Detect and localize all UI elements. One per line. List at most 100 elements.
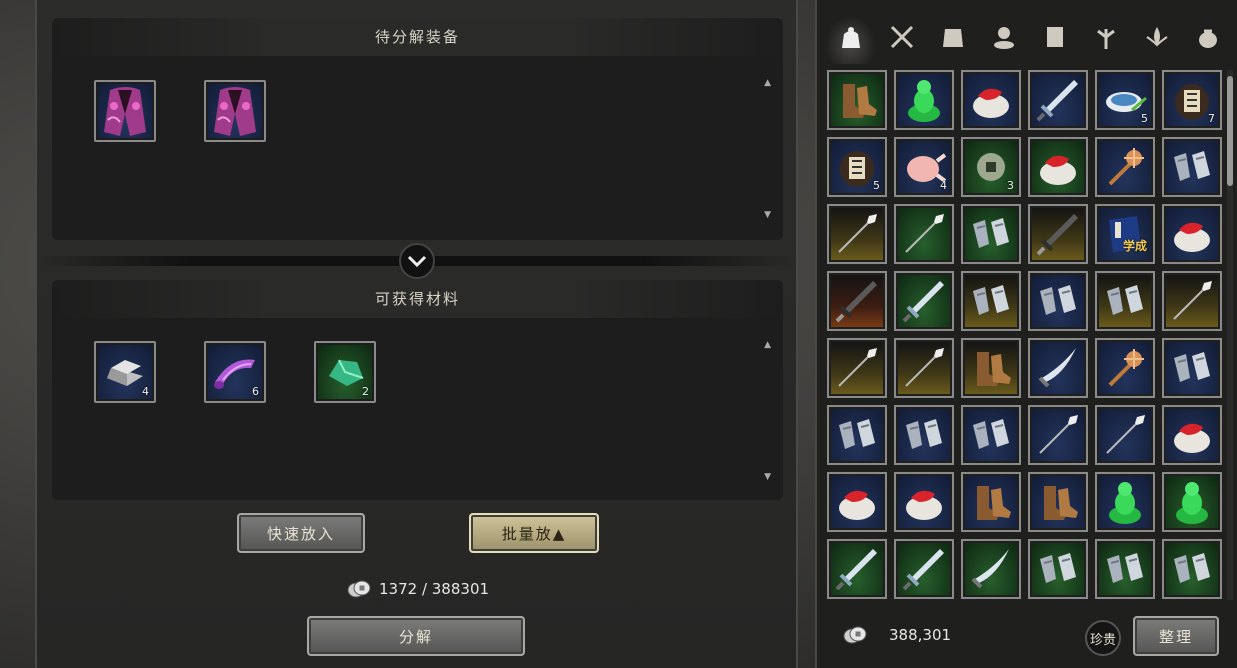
inventory-slot[interactable] (894, 204, 954, 264)
inventory-slot[interactable] (1162, 539, 1222, 599)
inventory-slot[interactable] (1162, 405, 1222, 465)
decompose-panel: 待分解装备 ▲ ▼ 可获得材料 ▲ ▼ 4 6 2 快速放入 批量放▲ 1372 /… (35, 0, 798, 668)
gauntlet-icon (965, 275, 1017, 327)
treasure-filter-button[interactable]: 珍贵 (1085, 620, 1121, 656)
inventory-slot[interactable] (1095, 137, 1155, 197)
tab-book[interactable] (1029, 16, 1080, 64)
gauntlet-icon (1166, 543, 1218, 595)
inventory-slot[interactable] (894, 70, 954, 130)
jade-buddha-icon (1166, 476, 1218, 528)
inventory-slot[interactable] (827, 539, 887, 599)
bun-icon (1032, 141, 1084, 193)
inventory-slot[interactable] (1028, 338, 1088, 398)
boots-icon (965, 476, 1017, 528)
inventory-slot[interactable] (961, 70, 1021, 130)
inventory-slot[interactable] (827, 70, 887, 130)
scroll-down-icon[interactable]: ▼ (764, 472, 771, 482)
pouch-icon (1194, 23, 1222, 57)
inventory-slot[interactable] (961, 338, 1021, 398)
scroll-up-icon[interactable]: ▲ (764, 340, 771, 350)
item-label: 学成 (1122, 239, 1147, 253)
inventory-slot[interactable] (1162, 271, 1222, 331)
inventory-slot[interactable] (827, 405, 887, 465)
inventory-slot[interactable] (1028, 204, 1088, 264)
inventory-slot[interactable] (827, 204, 887, 264)
inventory-slot[interactable] (1028, 271, 1088, 331)
inventory-slot[interactable] (1095, 405, 1155, 465)
inventory-slot[interactable] (961, 405, 1021, 465)
inventory-slot[interactable] (1028, 539, 1088, 599)
inventory-slot[interactable] (1028, 472, 1088, 532)
sword-icon (898, 275, 950, 327)
sword-icon (831, 543, 883, 595)
quick-add-button[interactable]: 快速放入 (237, 513, 365, 553)
inventory-slot[interactable] (1095, 271, 1155, 331)
inventory-slot[interactable] (1028, 137, 1088, 197)
tab-pouch[interactable] (1182, 16, 1233, 64)
gauntlet-icon (965, 208, 1017, 260)
money-text: 388,301 (889, 626, 952, 644)
inventory-slot[interactable] (1095, 338, 1155, 398)
manual-book-icon: 学成 (1099, 208, 1151, 260)
tab-lotus[interactable] (1131, 16, 1182, 64)
tab-crossed-swords[interactable] (876, 16, 927, 64)
inventory-slot[interactable] (827, 338, 887, 398)
scroll-thumb[interactable] (1227, 76, 1233, 186)
material-slot[interactable]: 6 (204, 341, 266, 403)
inventory-slot[interactable] (1162, 472, 1222, 532)
cloth-roll-icon: 6 (208, 345, 262, 399)
inventory-slot[interactable]: 3 (961, 137, 1021, 197)
inventory-slot[interactable] (1028, 405, 1088, 465)
inventory-slot[interactable] (894, 405, 954, 465)
material-slot[interactable]: 4 (94, 341, 156, 403)
inventory-slot[interactable]: 7 (1162, 70, 1222, 130)
inventory-slot[interactable] (894, 338, 954, 398)
pending-slot[interactable] (204, 80, 266, 142)
material-slot[interactable]: 2 (314, 341, 376, 403)
money-display: 388,301 (843, 625, 951, 645)
inventory-slot[interactable] (894, 271, 954, 331)
inventory-slot[interactable] (1095, 472, 1155, 532)
gauntlet-icon (1099, 275, 1151, 327)
inventory-slot[interactable] (961, 539, 1021, 599)
inventory-slot[interactable] (894, 472, 954, 532)
inventory-slot[interactable] (961, 472, 1021, 532)
tab-armor[interactable] (927, 16, 978, 64)
inventory-slot[interactable] (827, 472, 887, 532)
mace-icon (1099, 342, 1151, 394)
tab-herb[interactable] (1080, 16, 1131, 64)
silver-ingot-icon: 4 (98, 345, 152, 399)
inventory-slot[interactable] (961, 204, 1021, 264)
item-count: 3 (1007, 179, 1014, 192)
pending-slot[interactable] (94, 80, 156, 142)
inventory-scrollbar[interactable] (1227, 70, 1233, 600)
scroll-down-icon[interactable]: ▼ (764, 210, 771, 220)
spear-icon (1099, 409, 1151, 461)
inventory-slot[interactable] (827, 271, 887, 331)
chevron-down-icon[interactable] (399, 243, 435, 279)
decompose-button[interactable]: 分解 (307, 616, 525, 656)
inventory-slot[interactable] (1162, 204, 1222, 264)
tab-bag[interactable] (825, 16, 876, 64)
inventory-slot[interactable]: 5 (1095, 70, 1155, 130)
scroll-up-icon[interactable]: ▲ (764, 78, 771, 88)
tab-medal[interactable] (978, 16, 1029, 64)
sort-button[interactable]: 整理 (1133, 616, 1219, 656)
gauntlet-icon (1032, 543, 1084, 595)
spear-icon (831, 208, 883, 260)
item-count: 7 (1208, 112, 1215, 125)
inventory-slot[interactable] (1028, 70, 1088, 130)
armor-icon (939, 23, 967, 57)
batch-add-button[interactable]: 批量放▲ (469, 513, 599, 553)
inventory-slot[interactable]: 4 (894, 137, 954, 197)
inventory-slot[interactable] (1095, 539, 1155, 599)
inventory-slot[interactable]: 学成 (1095, 204, 1155, 264)
inventory-slot[interactable] (894, 539, 954, 599)
roast-chicken-icon: 4 (898, 141, 950, 193)
herb-icon (1092, 23, 1120, 57)
inventory-slot[interactable] (961, 271, 1021, 331)
inventory-slot[interactable] (1162, 137, 1222, 197)
spear-icon (1032, 409, 1084, 461)
inventory-slot[interactable] (1162, 338, 1222, 398)
inventory-slot[interactable]: 5 (827, 137, 887, 197)
